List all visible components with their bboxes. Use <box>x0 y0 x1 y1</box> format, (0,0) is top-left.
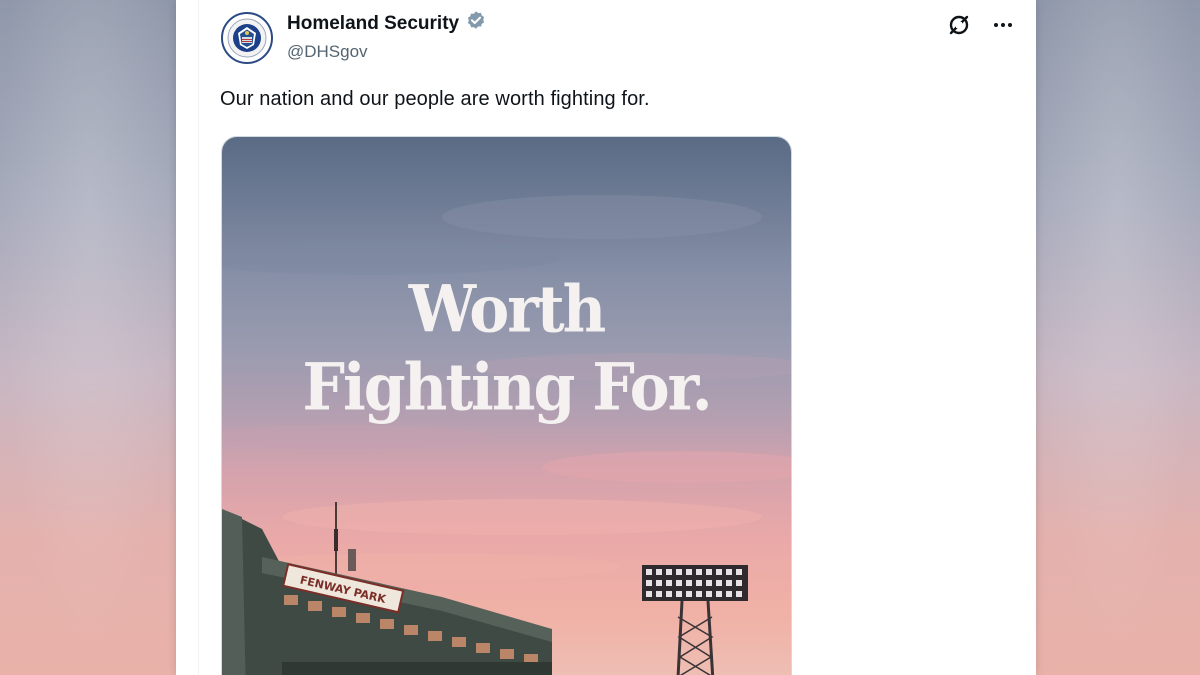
blurred-backdrop-left <box>0 0 180 675</box>
handle[interactable]: @DHSgov <box>287 42 487 62</box>
header-actions <box>946 12 1016 38</box>
more-icon[interactable] <box>990 12 1016 38</box>
display-name[interactable]: Homeland Security <box>287 13 459 35</box>
tweet-text: Our nation and our people are worth figh… <box>220 88 650 110</box>
display-name-row[interactable]: Homeland Security <box>287 10 487 38</box>
account-names: Homeland Security @DHSgov <box>287 10 487 62</box>
blurred-backdrop-right <box>1035 0 1200 675</box>
column-border <box>198 0 199 675</box>
ballpark-scene: FENWAY PARK <box>222 502 748 675</box>
tweet-image[interactable]: Worth Fighting For. FENWAY PARK <box>221 136 792 675</box>
grok-icon[interactable] <box>946 12 972 38</box>
light-tower <box>642 565 748 675</box>
verified-badge-icon <box>465 10 487 38</box>
tweet-card: Homeland Security @DHSgov Our nation and… <box>176 0 1036 675</box>
flag <box>334 529 338 551</box>
dhs-seal-icon[interactable] <box>220 11 274 65</box>
tweet-header: Homeland Security @DHSgov <box>220 8 1016 68</box>
